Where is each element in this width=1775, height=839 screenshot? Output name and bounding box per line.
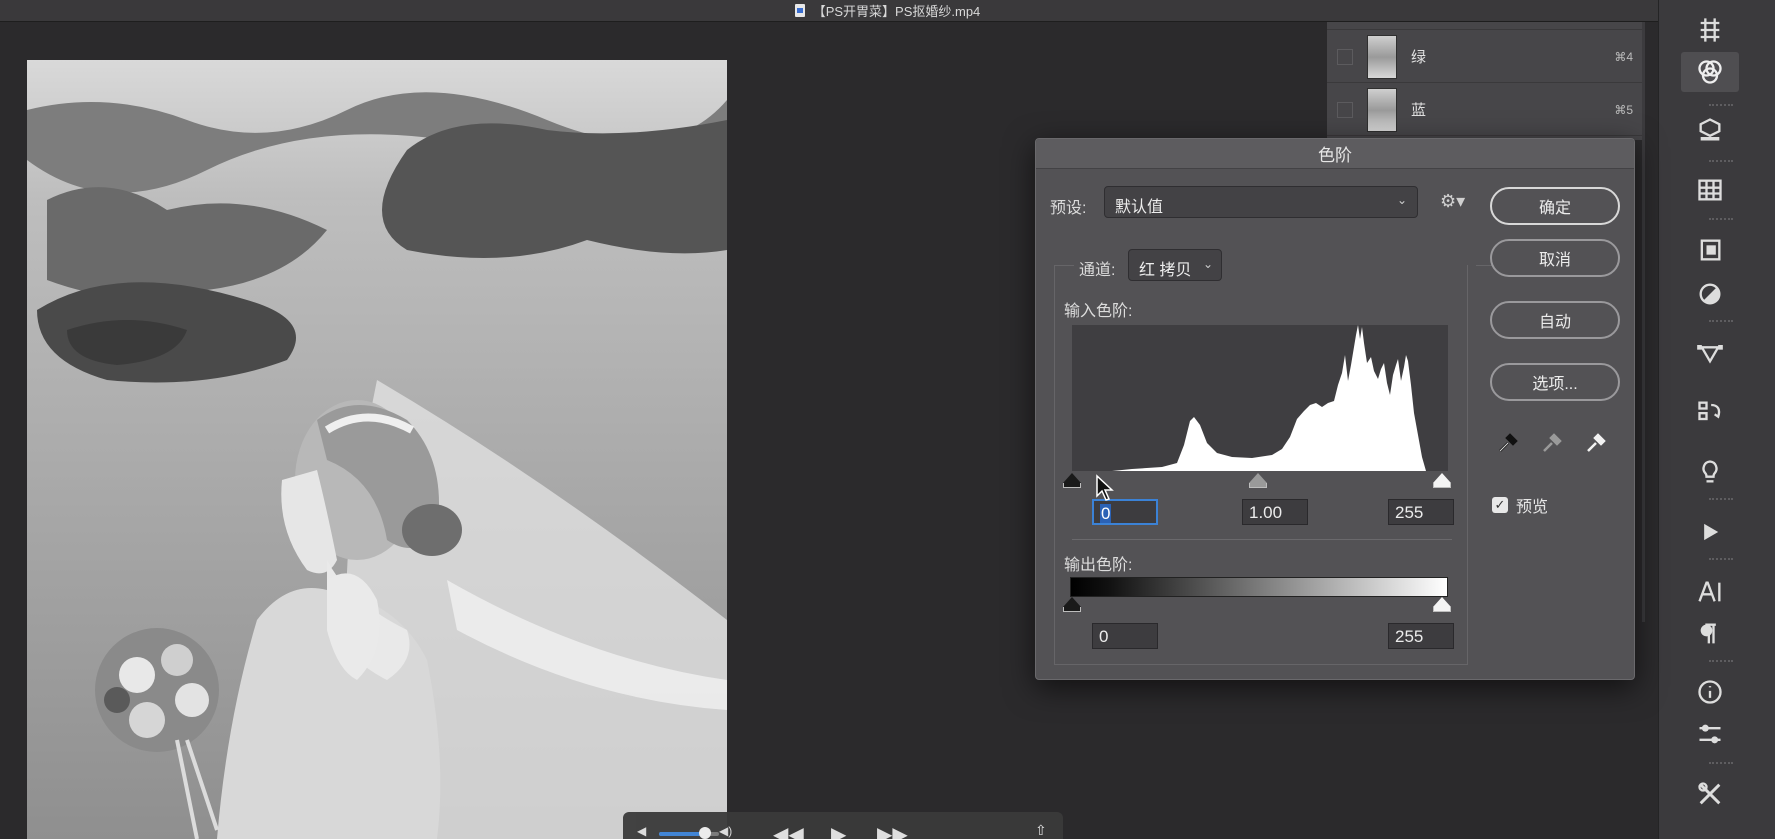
divider [1709,660,1733,662]
input-white-field[interactable]: 255 [1388,499,1454,525]
divider [1709,558,1733,560]
history-icon[interactable] [1681,392,1739,432]
mouse-cursor-icon [1096,474,1114,501]
channel-thumbnail [1367,34,1397,79]
volume-high-icon[interactable]: ◀) [719,824,732,838]
info-icon[interactable] [1681,672,1739,712]
output-gradient [1070,577,1448,597]
paths-icon[interactable] [1681,332,1739,372]
divider [1072,539,1452,540]
app-root: 【PS开胃菜】PS抠婚纱.mp4 绿 ⌘4 蓝 ⌘5 色阶 预设: 默认值 ⌄ … [0,0,1775,839]
video-file-icon [794,4,805,17]
preset-value: 默认值 [1115,199,1164,216]
volume-fill [659,832,703,836]
output-levels-label: 输出色阶: [1064,557,1133,574]
input-white-slider[interactable] [1433,473,1451,489]
channels-panel: 绿 ⌘4 蓝 ⌘5 [1327,22,1645,140]
properties-icon[interactable] [1681,714,1739,754]
layer-comp-icon[interactable] [1681,230,1739,270]
preset-dropdown[interactable]: 默认值 ⌄ [1104,186,1418,218]
window-title: 【PS开胃菜】PS抠婚纱.mp4 [812,4,981,19]
tools-icon[interactable] [1681,774,1739,814]
panel-scrollbar[interactable] [1642,22,1645,622]
cancel-button[interactable]: 取消 [1490,239,1620,277]
options-button[interactable]: 选项... [1490,363,1620,401]
grid-icon[interactable] [1681,10,1739,50]
input-gamma-field[interactable]: 1.00 [1242,499,1308,525]
right-panel-dock [1658,0,1775,839]
channel-name: 蓝 [1411,102,1427,119]
preset-label: 预设: [1050,200,1087,217]
volume-low-icon[interactable]: ◀ [637,824,646,838]
black-eyedropper-icon[interactable] [1496,431,1520,455]
table-icon[interactable] [1681,170,1739,210]
auto-button[interactable]: 自动 [1490,301,1620,339]
dialog-title: 色阶 [1036,139,1634,169]
divider [1709,218,1733,220]
visibility-toggle[interactable] [1337,101,1353,118]
character-icon[interactable] [1681,572,1739,612]
gray-eyedropper-icon[interactable] [1540,431,1564,455]
output-black-slider[interactable] [1063,597,1081,613]
adjustments-icon[interactable] [1681,274,1739,314]
channel-thumbnail [1367,87,1397,132]
channel-row-blue[interactable]: 蓝 ⌘5 [1327,84,1645,136]
divider [1709,320,1733,322]
chevron-down-icon: ⌄ [1396,193,1407,207]
input-gamma-slider[interactable] [1249,473,1267,489]
input-black-slider[interactable] [1063,473,1081,489]
divider [1709,160,1733,162]
divider [1709,762,1733,764]
channel-row-green[interactable]: 绿 ⌘4 [1327,31,1645,83]
levels-dialog: 色阶 预设: 默认值 ⌄ ⚙▾ 通道: 红 拷贝 ⌄ 输入色阶: 0 1.00 … [1035,138,1635,680]
channel-shortcut: ⌘5 [1614,102,1633,117]
histogram-graph [1072,325,1426,471]
channel-row-partial [1327,22,1645,30]
fast-forward-icon[interactable]: ▶▶ [877,822,908,839]
volume-knob[interactable] [699,827,711,839]
channel-label: 通道: [1079,262,1116,279]
divider [1709,498,1733,500]
video-controls: ◀ ◀) ◀◀ ▶ ▶▶ ⇧ [623,812,1063,839]
input-black-field[interactable]: 0 [1092,499,1158,525]
rewind-icon[interactable]: ◀◀ [773,822,804,839]
output-white-field[interactable]: 255 [1388,623,1454,649]
window-titlebar: 【PS开胃菜】PS抠婚纱.mp4 [0,0,1775,22]
channel-dropdown[interactable]: 红 拷贝 ⌄ [1128,249,1222,281]
preview-checkbox[interactable]: ✓ 预览 [1492,493,1548,517]
input-levels-label: 输入色阶: [1064,303,1133,320]
channel-name: 绿 [1411,49,1427,66]
channel-shortcut: ⌘4 [1614,49,1633,64]
input-black-value: 0 [1100,504,1112,523]
preview-label: 预览 [1516,499,1549,516]
bride-photo [27,60,727,839]
chevron-down-icon: ⌄ [1202,257,1213,271]
histogram [1072,325,1448,471]
share-icon[interactable]: ⇧ [1035,822,1047,839]
white-eyedropper-icon[interactable] [1584,431,1608,455]
lightbulb-icon[interactable] [1681,452,1739,492]
check-icon: ✓ [1492,497,1508,513]
output-white-slider[interactable] [1433,597,1451,613]
document-canvas[interactable] [27,60,727,839]
play-icon[interactable]: ▶ [831,822,846,839]
play-icon[interactable] [1681,512,1739,552]
divider [1709,104,1733,106]
visibility-toggle[interactable] [1337,48,1353,65]
3d-icon[interactable] [1681,110,1739,150]
gear-icon[interactable]: ⚙▾ [1440,191,1465,212]
paragraph-icon[interactable] [1681,614,1739,654]
ok-button[interactable]: 确定 [1490,187,1620,225]
channel-value: 红 拷贝 [1139,262,1192,279]
output-black-field[interactable]: 0 [1092,623,1158,649]
channels-icon[interactable] [1681,52,1739,92]
